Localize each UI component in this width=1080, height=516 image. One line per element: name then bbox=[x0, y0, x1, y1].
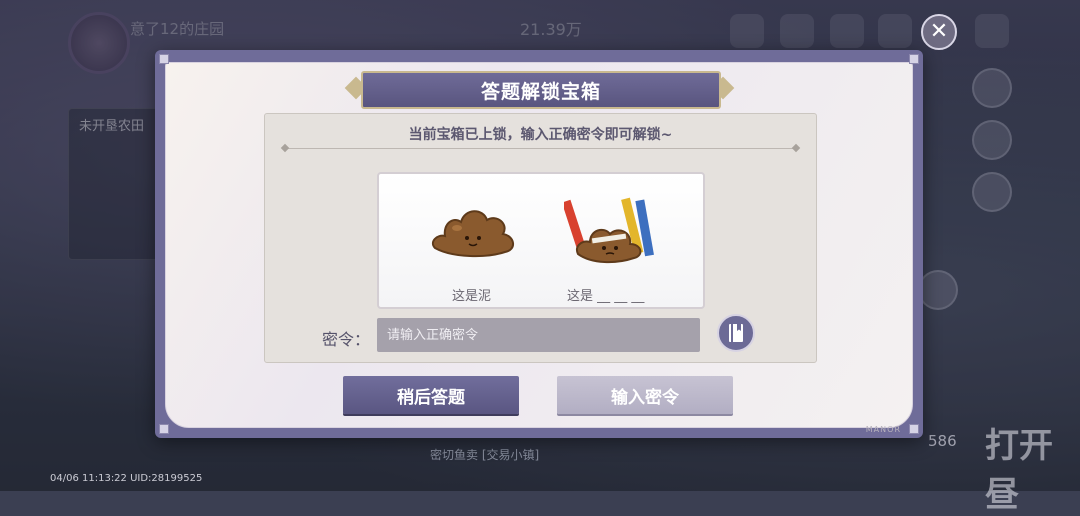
password-label: 密令： bbox=[322, 330, 371, 349]
corner-label: 打开昼 bbox=[985, 426, 1053, 515]
item-count: 586 bbox=[928, 432, 957, 450]
hint-book-button[interactable] bbox=[717, 314, 755, 352]
caption-mud: 这是泥 bbox=[452, 289, 492, 304]
riddle-picture-card: 这是泥 这是 __ __ __ bbox=[377, 172, 705, 309]
status-bar: 04/06 11:13:22 UID:28199525 bbox=[50, 473, 203, 484]
frame-corner bbox=[159, 424, 169, 434]
question-panel: 当前宝箱已上锁，输入正确密令即可解锁~ 这是泥 这是 __ __ __ 密令： … bbox=[264, 113, 817, 363]
divider-ornament bbox=[791, 143, 801, 153]
answer-later-button[interactable]: 稍后答题 bbox=[343, 376, 519, 414]
unlock-chest-dialog: 答题解锁宝箱 当前宝箱已上锁，输入正确密令即可解锁~ 这是泥 这是 __ __ … bbox=[155, 50, 923, 438]
book-icon bbox=[729, 324, 743, 342]
divider bbox=[285, 148, 796, 149]
close-icon: ✕ bbox=[929, 19, 949, 44]
lock-hint: 当前宝箱已上锁，输入正确密令即可解锁~ bbox=[408, 127, 673, 143]
close-button[interactable]: ✕ bbox=[921, 14, 957, 50]
caption-riddle: 这是 __ __ __ bbox=[567, 289, 645, 304]
enter-password-button[interactable]: 输入密令 bbox=[557, 376, 733, 414]
divider-ornament bbox=[280, 143, 290, 153]
password-input[interactable] bbox=[377, 318, 700, 352]
watermark: MANOR bbox=[865, 425, 901, 434]
mud-blob-icon bbox=[431, 210, 514, 258]
chat-ticker: 密切鱼卖 [交易小镇] bbox=[430, 448, 540, 462]
frame-corner bbox=[159, 54, 169, 64]
frame-corner bbox=[909, 424, 919, 434]
mud-pencils-icon bbox=[564, 197, 654, 264]
dialog-title: 答题解锁宝箱 bbox=[361, 71, 721, 109]
frame-corner bbox=[909, 54, 919, 64]
